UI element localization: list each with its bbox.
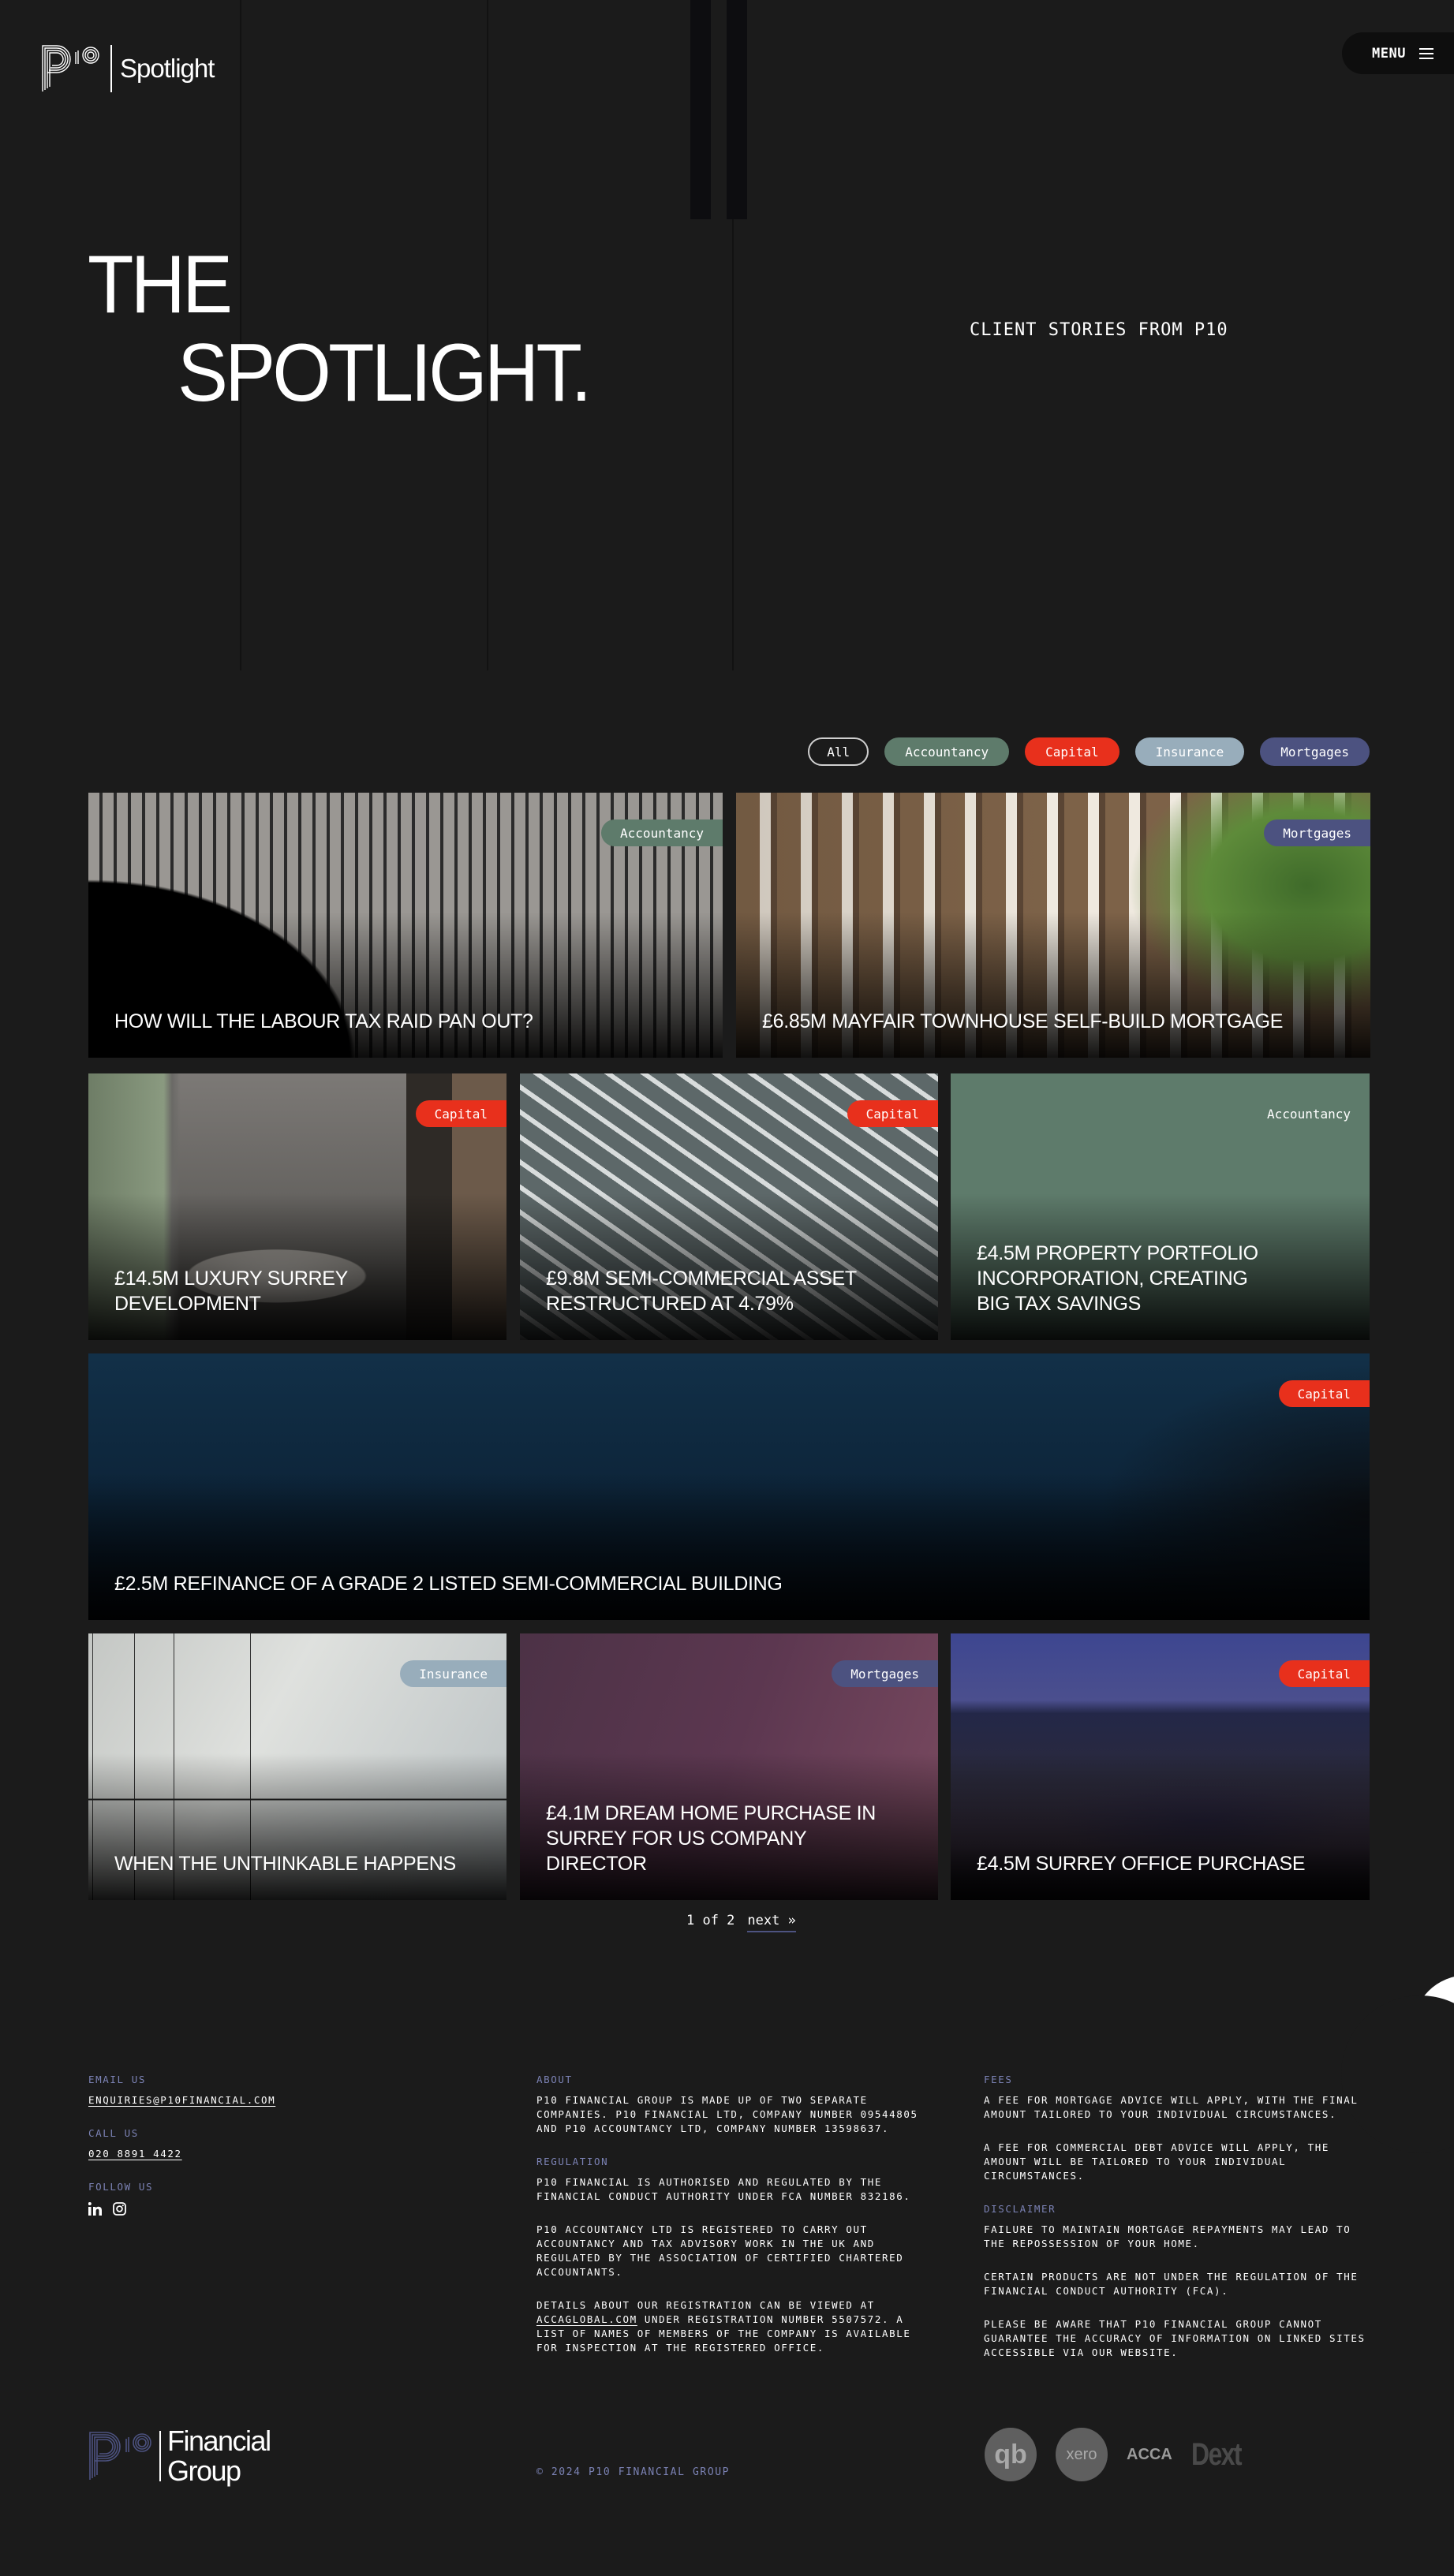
card-category-tag: Insurance [400,1660,506,1687]
email-link[interactable]: ENQUIRIES@P10FINANCIAL.COM [88,2093,435,2107]
quickbooks-logo-icon: qb [985,2428,1037,2481]
regulation-text-fca: P10 FINANCIAL IS AUTHORISED AND REGULATE… [536,2176,911,2202]
footer-brand-logo[interactable]: Financial Group [88,2426,271,2486]
disclaimer-text-linked-sites: PLEASE BE AWARE THAT P10 FINANCIAL GROUP… [984,2318,1366,2358]
story-card[interactable]: Insurance When the unthinkable happens [88,1633,506,1900]
email-label: EMAIL US [88,2074,147,2085]
regulation-text-details: DETAILS ABOUT OUR REGISTRATION CAN BE VI… [536,2298,931,2355]
card-title: When the unthinkable happens [114,1853,456,1875]
card-title: £2.5M refinance of a Grade 2 listed semi… [114,1573,783,1595]
filter-insurance[interactable]: Insurance [1134,737,1245,766]
card-title: £4.1M dream home purchase in Surrey for … [546,1802,877,1875]
fees-text-commercial: A FEE FOR COMMERCIAL DEBT ADVICE WILL AP… [984,2141,1330,2182]
page-title-line-2: SPOTLIGHT. [178,327,592,419]
social-links [88,2202,435,2219]
card-category-tag: Accountancy [601,819,723,846]
partner-logos: qb xero ACCA Dext [985,2428,1253,2481]
fees-text-mortgage: A FEE FOR MORTGAGE ADVICE WILL APPLY, WI… [984,2094,1359,2120]
page-title: THE SPOTLIGHT. [88,239,592,419]
card-title: £9.8M semi-commercial asset restructured… [546,1267,857,1315]
card-category-tag: Capital [847,1100,938,1127]
regulation-text-acca: P10 ACCOUNTANCY LTD IS REGISTERED TO CAR… [536,2223,904,2278]
brand-line-2: Group [167,2455,241,2487]
fees-label: FEES [984,2074,1013,2085]
filter-mortgages[interactable]: Mortgages [1260,737,1370,766]
disclaimer-text-fca: CERTAIN PRODUCTS ARE NOT UNDER THE REGUL… [984,2271,1359,2297]
card-title: £4.5M property portfolio incorporation, … [977,1242,1258,1315]
menu-label: MENU [1372,45,1406,62]
filter-label: Accountancy [905,744,989,760]
brand-line-1: Financial [167,2425,271,2457]
story-card[interactable]: Capital £4.5M Surrey office purchase [951,1633,1370,1900]
card-shade [88,912,723,1058]
category-filter-bar: All Accountancy Capital Insurance Mortga… [808,737,1370,766]
p10-logo-icon [89,2432,151,2480]
card-shade [736,912,1370,1058]
footer-brand-wordmark: Financial Group [167,2426,271,2486]
story-card[interactable]: Mortgages £4.1M dream home purchase in S… [520,1633,938,1900]
page-subtitle: CLIENT STORIES FROM P10 [970,320,1228,340]
footer-about: ABOUT P10 FINANCIAL GROUP IS MADE UP OF … [536,2073,931,2355]
card-category-tag: Accountancy [1267,1106,1351,1122]
p10-logo-icon [42,45,99,91]
story-card[interactable]: Accountancy How will the Labour tax raid… [88,793,723,1058]
hamburger-icon [1418,47,1433,59]
footer-legal: FEES A FEE FOR MORTGAGE ADVICE WILL APPL… [984,2073,1378,2360]
card-title: How will the Labour tax raid pan out? [114,1010,533,1032]
card-category-tag: Mortgages [1264,819,1370,846]
menu-button[interactable]: MENU [1342,32,1454,74]
logo-divider [110,45,112,92]
copyright-text: © 2024 P10 FINANCIAL GROUP [536,2466,731,2478]
details-text: DETAILS ABOUT OUR REGISTRATION CAN BE VI… [536,2299,875,2311]
card-category-tag: Capital [1278,1380,1370,1407]
quickbooks-logo-text: qb [994,2439,1027,2470]
disclaimer-label: DISCLAIMER [984,2203,1056,2215]
xero-logo-icon: xero [1056,2428,1108,2481]
follow-label: FOLLOW US [88,2181,154,2193]
filter-accountancy[interactable]: Accountancy [884,737,1010,766]
filter-capital[interactable]: Capital [1025,737,1119,766]
filter-label: All [827,744,850,760]
acca-logo: ACCA [1127,2445,1172,2463]
about-text: P10 FINANCIAL GROUP IS MADE UP OF TWO SE… [536,2094,918,2134]
call-label: CALL US [88,2127,139,2139]
brand-logo[interactable]: Spotlight [41,44,215,93]
card-shade [88,1753,506,1900]
pagination: 1 of 2 next » [686,1913,796,1932]
dext-logo: Dext [1190,2436,1243,2472]
about-label: ABOUT [536,2074,573,2085]
card-shade [88,1473,1370,1620]
filter-label: Insurance [1155,744,1224,760]
hero-decor-bar [690,0,711,219]
story-card[interactable]: Capital £9.8M semi-commercial asset rest… [520,1073,938,1340]
card-title: £6.85M Mayfair townhouse self-build mort… [762,1010,1284,1032]
filter-all[interactable]: All [808,737,869,766]
card-category-tag: Capital [415,1100,506,1127]
logo-divider [159,2431,161,2481]
card-title: £4.5M Surrey office purchase [977,1853,1306,1875]
instagram-icon[interactable] [113,2202,126,2219]
card-title: £14.5M luxury Surrey development [114,1267,348,1315]
regulation-label: REGULATION [536,2156,609,2167]
linkedin-icon[interactable] [88,2202,102,2219]
story-card[interactable]: Capital £14.5M luxury Surrey development [88,1073,506,1340]
xero-logo-text: xero [1066,2445,1097,2463]
card-category-tag: Capital [1278,1660,1370,1687]
story-card[interactable]: Accountancy £4.5M property portfolio inc… [951,1073,1370,1340]
card-category-tag: Mortgages [832,1660,938,1687]
brand-wordmark: Spotlight [120,54,215,83]
hero-decor-bar [727,0,747,219]
filter-label: Mortgages [1280,744,1349,760]
accaglobal-link[interactable]: ACCAGLOBAL.COM [536,2313,637,2325]
filter-label: Capital [1045,744,1099,760]
card-shade [951,1753,1370,1900]
next-page-link[interactable]: next » [747,1913,796,1932]
footer-contact: EMAIL US ENQUIRIES@P10FINANCIAL.COM CALL… [88,2073,435,2219]
story-card[interactable]: Mortgages £6.85M Mayfair townhouse self-… [736,793,1370,1058]
pagination-status: 1 of 2 [686,1913,735,1928]
phone-link[interactable]: 020 8891 4422 [88,2147,435,2161]
page-title-line-1: THE [88,239,233,330]
disclaimer-text-repossession: FAILURE TO MAINTAIN MORTGAGE REPAYMENTS … [984,2223,1351,2249]
story-card[interactable]: Capital £2.5M refinance of a Grade 2 lis… [88,1353,1370,1620]
